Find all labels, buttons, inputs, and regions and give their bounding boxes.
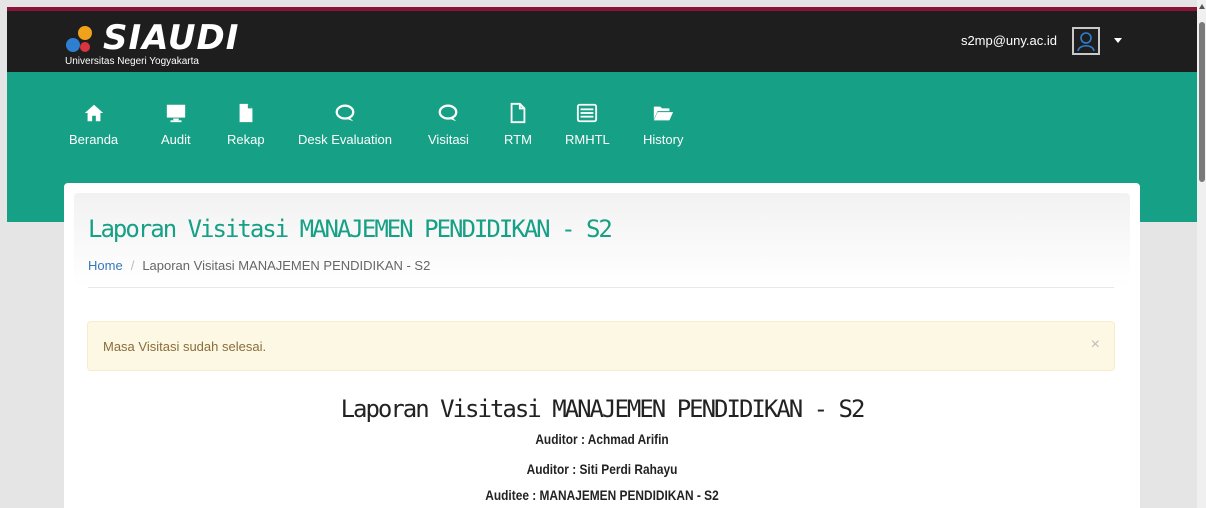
chat-icon (439, 104, 458, 122)
nav-history[interactable]: History (643, 102, 683, 147)
nav-label: Visitasi (428, 132, 469, 147)
report-auditor-1: Auditor : Achmad Arifin (535, 431, 669, 447)
folder-open-icon (654, 106, 674, 121)
page-title: Laporan Visitasi MANAJEMEN PENDIDIKAN - … (88, 215, 613, 243)
monitor-icon (166, 104, 185, 123)
nav-label: Desk Evaluation (298, 132, 392, 147)
top-bar: SIAUDI Universitas Negeri Yogyakarta s2m… (7, 11, 1197, 72)
logo-subtitle: Universitas Negeri Yogyakarta (65, 56, 199, 67)
user-icon (1077, 32, 1095, 52)
breadcrumb-separator: / (130, 258, 135, 273)
user-email[interactable]: s2mp@uny.ac.id (961, 33, 1057, 48)
chat-icon (335, 104, 355, 122)
breadcrumb: Home / Laporan Visitasi MANAJEMEN PENDIDIK… (88, 258, 430, 273)
nav-label: History (643, 132, 684, 147)
scroll-up-arrow-icon[interactable] (1199, 4, 1205, 9)
nav-rmhtl[interactable]: RMHTL (565, 102, 610, 147)
user-avatar[interactable] (1072, 27, 1100, 55)
nav-beranda[interactable]: Beranda (69, 102, 118, 147)
report-title: Laporan Visitasi MANAJEMEN PENDIDIKAN - … (340, 395, 866, 423)
nav-rtm[interactable]: RTM (504, 102, 532, 147)
nav-audit[interactable]: Audit (161, 102, 191, 147)
nav-label: RTM (504, 132, 532, 147)
logo-mark-icon (66, 26, 92, 52)
breadcrumb-current: Laporan Visitasi MANAJEMEN PENDIDIKAN - … (142, 258, 431, 273)
nav-label: Beranda (69, 132, 119, 147)
report-auditee: Auditee : MANAJEMEN PENDIDIKAN - S2 (485, 487, 719, 503)
page-frame: SIAUDI Universitas Negeri Yogyakarta s2m… (0, 0, 1206, 508)
file-icon (239, 103, 253, 123)
user-menu-caret-icon[interactable] (1114, 38, 1122, 43)
report-auditor-2: Auditor : Siti Perdi Rahayu (526, 461, 678, 477)
page-header: Laporan Visitasi MANAJEMEN PENDIDIKAN - … (74, 193, 1130, 287)
file-outline-icon (510, 102, 526, 124)
nav-label: Rekap (227, 132, 265, 147)
home-icon (84, 104, 103, 122)
breadcrumb-home-link[interactable]: Home (88, 258, 123, 273)
header-divider (88, 287, 1114, 288)
nav-desk-evaluation[interactable]: Desk Evaluation (298, 102, 392, 147)
content-card: Laporan Visitasi MANAJEMEN PENDIDIKAN - … (64, 183, 1140, 508)
nav-label: Audit (161, 132, 191, 147)
nav-label: RMHTL (565, 132, 610, 147)
alert-message: Masa Visitasi sudah selesai. (103, 339, 267, 354)
warning-alert: Masa Visitasi sudah selesai. × (87, 321, 1115, 371)
page-scrollbar[interactable] (1197, 0, 1206, 508)
siaudi-logo[interactable]: SIAUDI Universitas Negeri Yogyakarta (63, 19, 243, 69)
nav-rekap[interactable]: Rekap (227, 102, 265, 147)
alert-close-button[interactable]: × (1091, 337, 1100, 353)
logo-text: SIAUDI (103, 18, 240, 58)
list-box-icon (577, 103, 598, 123)
scrollbar-thumb[interactable] (1199, 22, 1205, 182)
nav-visitasi[interactable]: Visitasi (428, 102, 469, 147)
